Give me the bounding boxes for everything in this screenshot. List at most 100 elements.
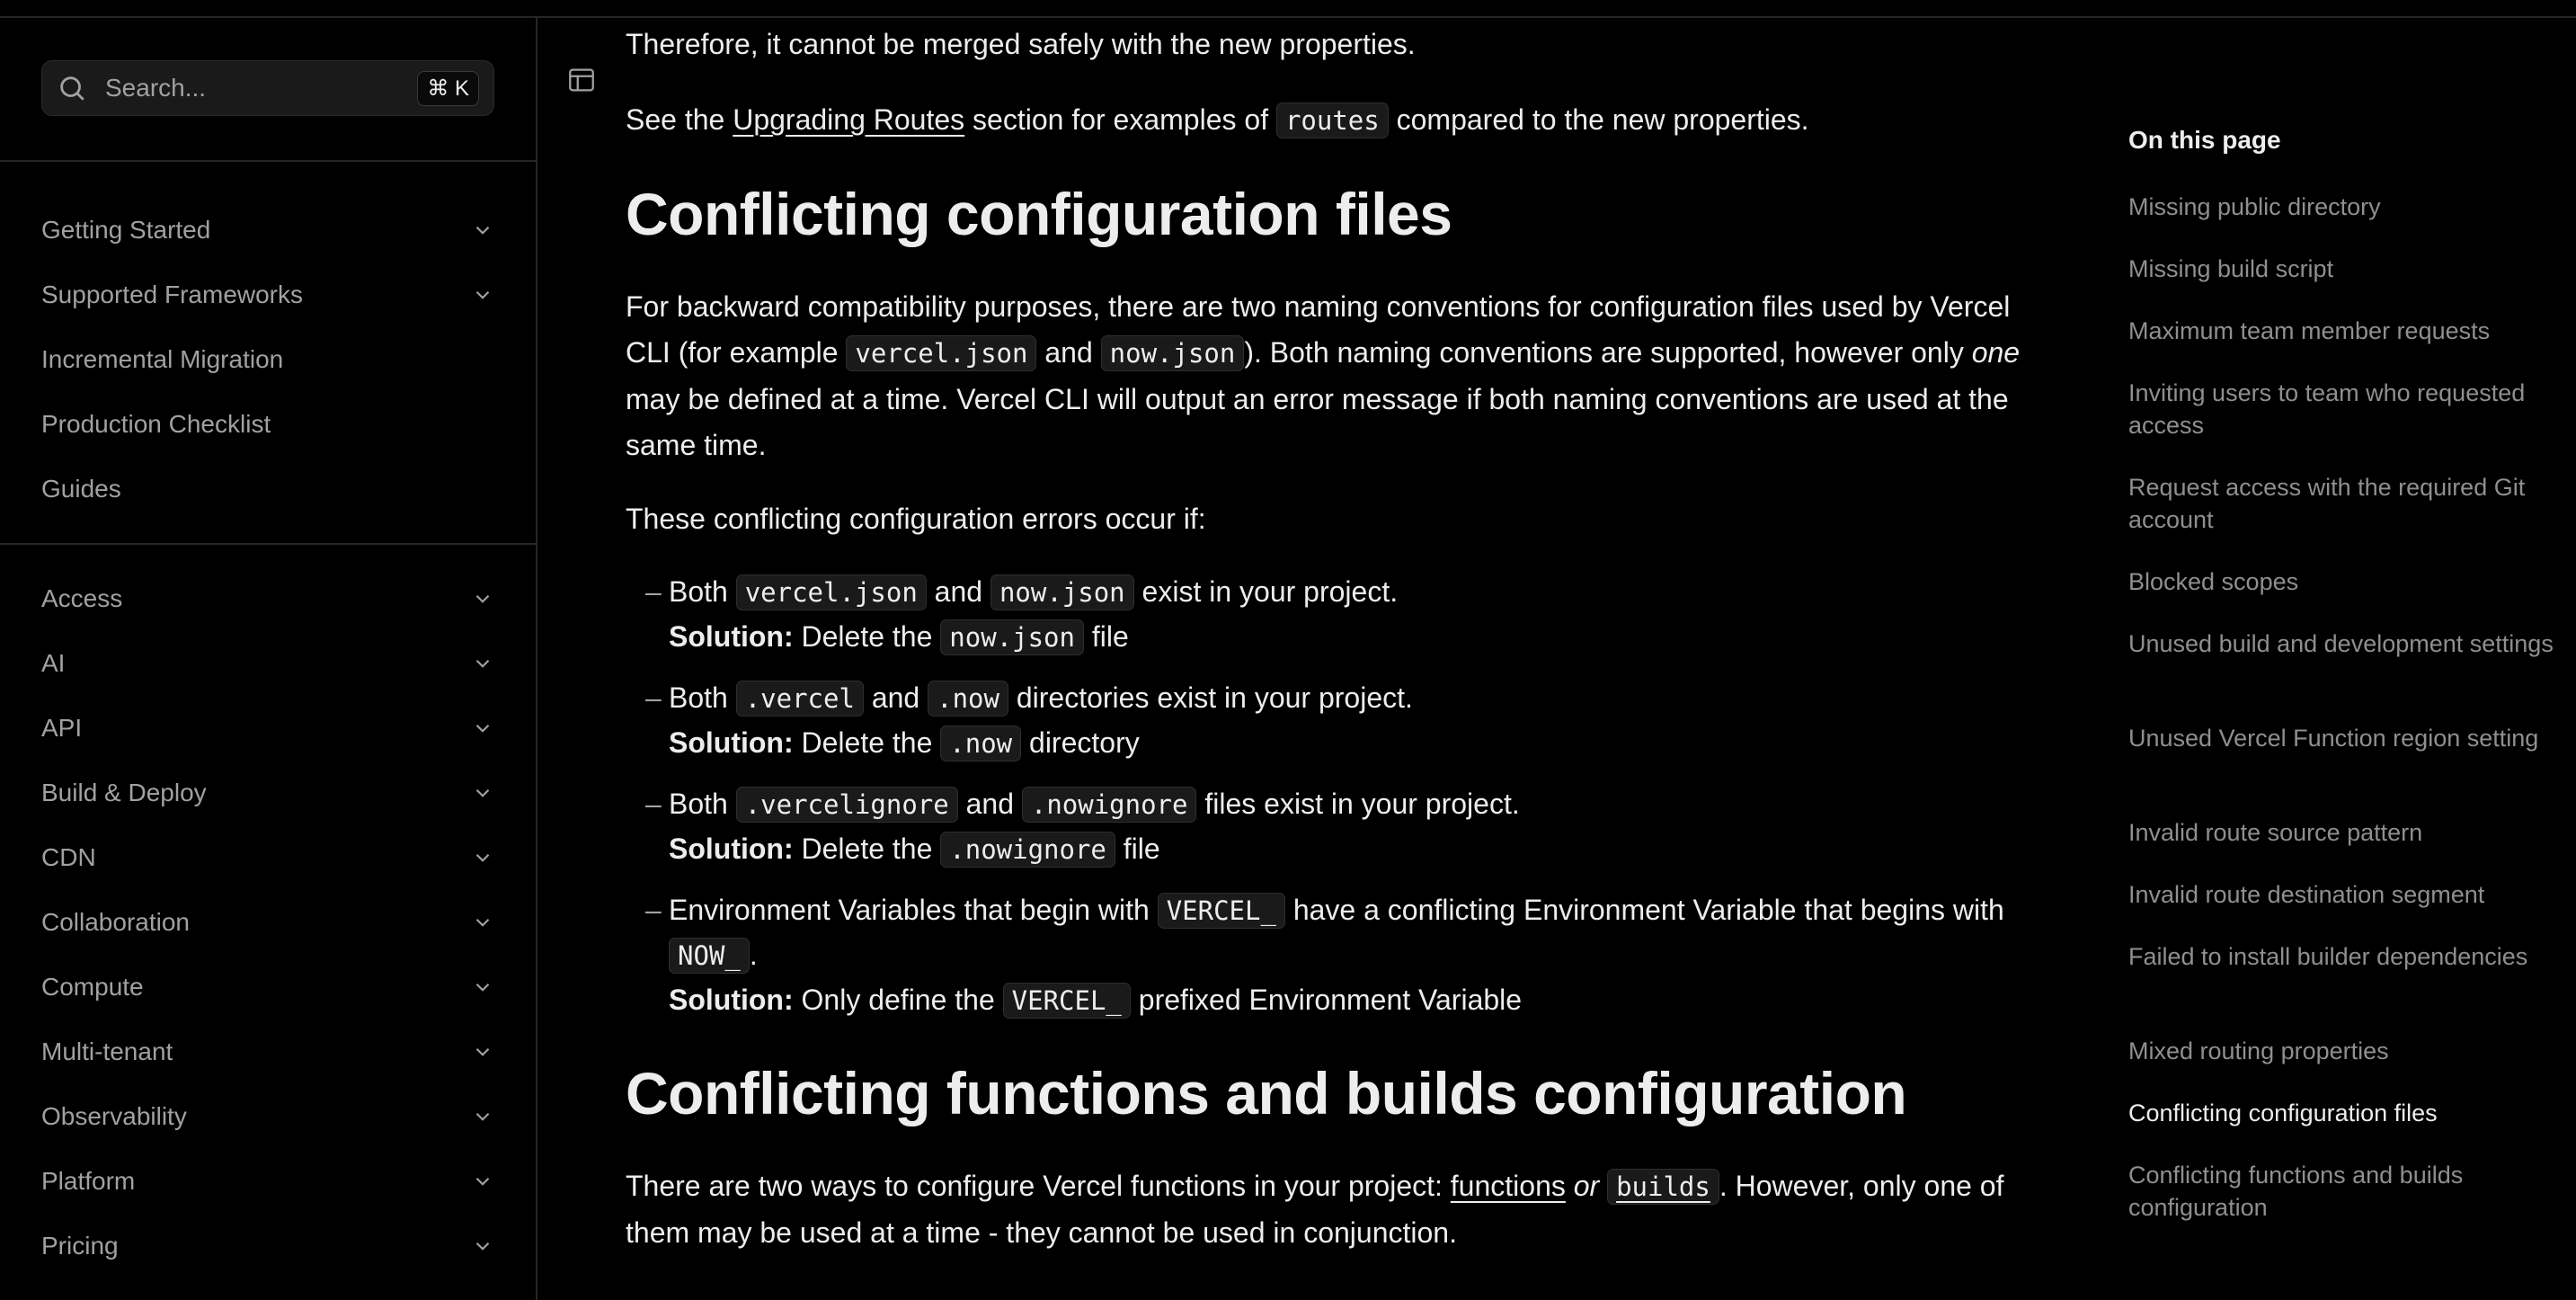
inline-code: VERCEL_: [1002, 983, 1131, 1019]
sidebar-item-getting-started[interactable]: Getting Started: [41, 203, 494, 257]
sidebar-item-label: Production Checklist: [41, 410, 271, 438]
builds-link[interactable]: builds: [1607, 1169, 1719, 1205]
text: There are two ways to configure Vercel f…: [626, 1170, 1451, 1202]
inline-code: .nowignore: [1021, 787, 1197, 823]
inline-code: .vercel: [735, 681, 864, 717]
toc-item-active[interactable]: Conflicting configuration files: [2128, 1097, 2569, 1129]
sidebar-item-label: Collaboration: [41, 908, 190, 936]
chevron-down-icon: [475, 1177, 490, 1186]
upgrading-routes-link[interactable]: Upgrading Routes: [733, 103, 964, 136]
toc-item[interactable]: Invalid route destination segment: [2128, 878, 2569, 911]
search-bar[interactable]: Search... ⌘ K: [41, 60, 494, 116]
list-dash: –: [645, 575, 662, 608]
sidebar-item-guides[interactable]: Guides: [41, 462, 494, 516]
toc-item[interactable]: Inviting users to team who requested acc…: [2128, 377, 2569, 441]
inline-code: VERCEL_: [1157, 893, 1285, 929]
sidebar-item-supported-frameworks[interactable]: Supported Frameworks: [41, 268, 494, 322]
toc-item[interactable]: Maximum team member requests: [2128, 315, 2569, 347]
toc-item[interactable]: Unused build and development settings: [2128, 628, 2569, 660]
sidebar-divider: [0, 543, 537, 545]
sidebar-item-label: API: [41, 714, 83, 742]
sidebar-item-label: Platform: [41, 1167, 136, 1195]
text: Both: [669, 681, 736, 714]
sidebar-item-pricing[interactable]: Pricing: [41, 1219, 494, 1273]
sidebar-item-multi-tenant[interactable]: Multi-tenant: [41, 1025, 494, 1079]
inline-code: now.json: [940, 619, 1084, 655]
toc-item[interactable]: Conflicting functions and builds configu…: [2128, 1159, 2569, 1224]
text: and: [863, 681, 928, 714]
sidebar-toggle-icon[interactable]: [566, 65, 597, 95]
paragraph-backward-compat: For backward compatibility purposes, the…: [626, 284, 2028, 468]
toc-item[interactable]: Blocked scopes: [2128, 565, 2569, 598]
text: exist in your project.: [1133, 575, 1399, 608]
sidebar-item-build-deploy[interactable]: Build & Deploy: [41, 766, 494, 820]
sidebar-item-label: Incremental Migration: [41, 345, 284, 373]
inline-code: NOW_: [669, 938, 750, 974]
text: and: [957, 788, 1022, 820]
sidebar-item-observability[interactable]: Observability: [41, 1090, 494, 1144]
text: See the: [626, 103, 733, 136]
search-icon: [60, 76, 84, 101]
emphasis: one: [1971, 336, 2021, 369]
text: directory: [1021, 726, 1140, 759]
emphasis: or: [1565, 1170, 1608, 1202]
sidebar-item-production-checklist[interactable]: Production Checklist: [41, 397, 494, 451]
heading-conflicting-functions-builds: Conflicting functions and builds configu…: [626, 1060, 1907, 1126]
text: prefixed Environment Variable: [1130, 984, 1523, 1016]
sidebar-item-compute[interactable]: Compute: [41, 960, 494, 1014]
sidebar-item-label: Multi-tenant: [41, 1037, 173, 1065]
solution-label: Solution:: [669, 984, 794, 1016]
sidebar-item-incremental-migration[interactable]: Incremental Migration: [41, 333, 494, 387]
text: files exist in your project.: [1196, 788, 1520, 820]
sidebar-item-label: Build & Deploy: [41, 779, 207, 806]
chevron-down-icon: [475, 1047, 490, 1056]
sidebar-item-label: CDN: [41, 843, 96, 871]
sidebar-item-label: Getting Started: [41, 216, 211, 244]
sidebar-item-platform[interactable]: Platform: [41, 1154, 494, 1208]
toc-item[interactable]: Failed to install builder dependencies: [2128, 940, 2569, 973]
sidebar-item-access[interactable]: Access: [41, 572, 494, 626]
sidebar-item-label: Supported Frameworks: [41, 280, 304, 308]
inline-code: routes: [1275, 102, 1389, 138]
text: file: [1115, 833, 1160, 865]
sidebar-item-ai[interactable]: AI: [41, 637, 494, 690]
text: Environment Variables that begin with: [669, 894, 1158, 926]
list-dash: –: [645, 788, 662, 820]
toc-item[interactable]: Missing public directory: [2128, 191, 2569, 223]
text: ). Both naming conventions are supported…: [1244, 336, 1972, 369]
paragraph-merge: Therefore, it cannot be merged safely wi…: [626, 28, 1416, 60]
inline-code: now.json: [1100, 335, 1245, 371]
search-input[interactable]: Search...: [105, 74, 417, 102]
chevron-down-icon: [475, 983, 490, 992]
chevron-down-icon: [475, 1112, 490, 1121]
inline-code: vercel.json: [735, 574, 927, 610]
sidebar-item-collaboration[interactable]: Collaboration: [41, 895, 494, 949]
sidebar-item-api[interactable]: API: [41, 701, 494, 755]
toc-item[interactable]: Invalid route source pattern: [2128, 816, 2569, 849]
sidebar-item-cdn[interactable]: CDN: [41, 831, 494, 885]
chevron-down-icon: [475, 290, 490, 299]
list-dash: –: [645, 894, 662, 926]
toc-item[interactable]: Missing build script: [2128, 253, 2569, 285]
inline-code: builds: [1607, 1169, 1719, 1205]
text: section for examples of: [964, 103, 1276, 136]
chevron-down-icon: [475, 594, 490, 603]
paragraph-two-ways: There are two ways to configure Vercel f…: [626, 1163, 2028, 1256]
text: and: [926, 575, 990, 608]
sidebar-item-label: AI: [41, 649, 66, 677]
text: directories exist in your project.: [1008, 681, 1413, 714]
sidebar-item-label: Compute: [41, 973, 144, 1001]
sidebar-item-label: Access: [41, 584, 123, 612]
toc-item[interactable]: Unused Vercel Function region setting: [2128, 722, 2569, 754]
solution-label: Solution:: [669, 726, 794, 759]
text: .: [749, 939, 758, 971]
functions-link[interactable]: functions: [1451, 1170, 1566, 1202]
toc-item[interactable]: Mixed routing properties: [2128, 1035, 2569, 1067]
paragraph-see-upgrading: See the Upgrading Routes section for exa…: [626, 97, 2028, 144]
toc-item[interactable]: Request access with the required Git acc…: [2128, 471, 2569, 536]
chevron-down-icon: [475, 724, 490, 733]
inline-code: .now: [940, 726, 1022, 761]
chevron-down-icon: [475, 918, 490, 927]
sidebar-item-label: Observability: [41, 1102, 187, 1130]
inline-code: .now: [928, 681, 1008, 717]
